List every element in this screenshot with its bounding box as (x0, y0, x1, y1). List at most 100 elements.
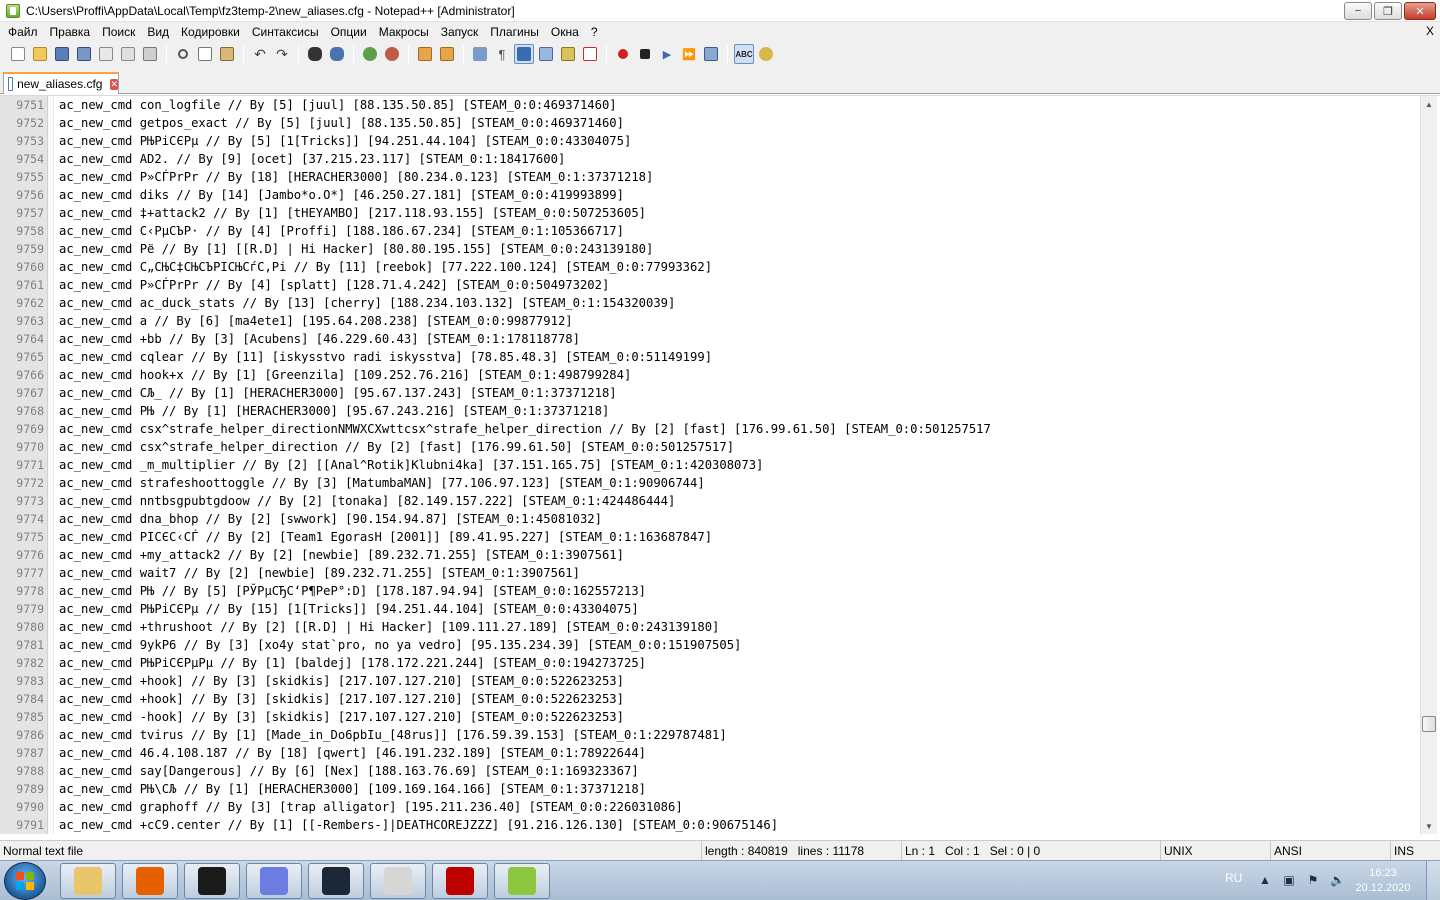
close-document-x[interactable]: X (1426, 24, 1434, 38)
macro-save-button[interactable] (701, 44, 721, 64)
code-line[interactable]: 9773 ac_new_cmd nntbsgpubtgdoow // By [2]… (0, 492, 1420, 510)
code-line[interactable]: 9754 ac_new_cmd AD2. // By [9] [ocet] [37… (0, 150, 1420, 168)
minimize-button[interactable]: − (1344, 2, 1372, 20)
code-line[interactable]: 9753 ac_new_cmd PЊPiCЄPµ // By [5] [1[Tri… (0, 132, 1420, 150)
macro-play-button[interactable]: ▶ (657, 44, 677, 64)
close-button[interactable]: ✕ (1404, 2, 1436, 20)
replace-button[interactable] (327, 44, 347, 64)
code-line[interactable]: 9760 ac_new_cmd C„CЊC‡CЊCЪPICЊCѓC‚Pi // B… (0, 258, 1420, 276)
find-button[interactable] (305, 44, 325, 64)
code-line[interactable]: 9772 ac_new_cmd strafeshoottoggle // By [… (0, 474, 1420, 492)
code-line[interactable]: 9779 ac_new_cmd PЊPiCЄPµ // By [15] [1[Tr… (0, 600, 1420, 618)
menu-plugins[interactable]: Плагины (484, 25, 545, 39)
taskbar-app-button[interactable] (432, 863, 488, 899)
code-line[interactable]: 9787 ac_new_cmd 46.4.108.187 // By [18] [… (0, 744, 1420, 762)
code-line[interactable]: 9761 ac_new_cmd P»CЃPrPr // By [4] [splat… (0, 276, 1420, 294)
status-eol[interactable]: UNIX (1160, 841, 1270, 861)
copy-button[interactable] (195, 44, 215, 64)
taskbar-app-button[interactable] (494, 863, 550, 899)
code-line[interactable]: 9762 ac_new_cmd ac_duck_stats // By [13] … (0, 294, 1420, 312)
code-line[interactable]: 9764 ac_new_cmd +bb // By [3] [Acubens] [… (0, 330, 1420, 348)
code-line[interactable]: 9756 ac_new_cmd diks // By [14] [Jambo*o.… (0, 186, 1420, 204)
code-line[interactable]: 9775 ac_new_cmd PICЄC‹CЃ // By [2] [Team1… (0, 528, 1420, 546)
code-line[interactable]: 9766 ac_new_cmd hook+x // By [1] [Greenzi… (0, 366, 1420, 384)
code-line[interactable]: 9757 ac_new_cmd ‡+attack2 // By [1] [tHEY… (0, 204, 1420, 222)
menu-search[interactable]: Поиск (96, 25, 141, 39)
indent-guide-button[interactable] (514, 44, 534, 64)
word-wrap-button[interactable] (470, 44, 490, 64)
code-line[interactable]: 9790 ac_new_cmd graphoff // By [3] [trap … (0, 798, 1420, 816)
vertical-scrollbar[interactable]: ▲ ▼ (1420, 96, 1437, 834)
code-line[interactable]: 9783 ac_new_cmd +hook] // By [3] [skidkis… (0, 672, 1420, 690)
code-line[interactable]: 9774 ac_new_cmd dna_bhop // By [2] [swwor… (0, 510, 1420, 528)
show-all-chars-button[interactable]: ¶ (492, 44, 512, 64)
code-line[interactable]: 9769 ac_new_cmd csx^strafe_helper_directi… (0, 420, 1420, 438)
scroll-down-icon[interactable]: ▼ (1421, 818, 1437, 834)
code-line[interactable]: 9782 ac_new_cmd PЊPiCЄPµPµ // By [1] [bal… (0, 654, 1420, 672)
show-desktop-button[interactable] (1426, 861, 1440, 900)
taskbar-app-button[interactable] (246, 863, 302, 899)
scrollbar-thumb[interactable] (1422, 716, 1436, 732)
network-icon[interactable]: ▣ (1282, 873, 1296, 887)
menu-settings[interactable]: Опции (325, 25, 373, 39)
code-line[interactable]: 9771 ac_new_cmd _m_multiplier // By [2] [… (0, 456, 1420, 474)
save-button[interactable] (52, 44, 72, 64)
text-editor[interactable]: 9751 ac_new_cmd con_logfile // By [5] [ju… (0, 95, 1440, 834)
macro-stop-button[interactable] (635, 44, 655, 64)
code-line[interactable]: 9791 ac_new_cmd +cC9.center // By [1] [[-… (0, 816, 1420, 834)
spell-check-button[interactable]: ABC (734, 44, 754, 64)
status-insert-mode[interactable]: INS (1390, 841, 1440, 861)
code-line[interactable]: 9777 ac_new_cmd wait7 // By [2] [newbie] … (0, 564, 1420, 582)
maximize-button[interactable]: ❐ (1374, 2, 1402, 20)
zoom-out-button[interactable] (382, 44, 402, 64)
clock[interactable]: 16:23 20.12.2020 (1352, 866, 1414, 896)
code-line[interactable]: 9785 ac_new_cmd -hook] // By [3] [skidkis… (0, 708, 1420, 726)
zoom-in-button[interactable] (360, 44, 380, 64)
code-line[interactable]: 9763 ac_new_cmd a // By [6] [ma4ete1] [19… (0, 312, 1420, 330)
plugin-button[interactable] (756, 44, 776, 64)
scroll-up-icon[interactable]: ▲ (1421, 96, 1437, 112)
show-hidden-icons-icon[interactable]: ▲ (1258, 873, 1272, 887)
macro-record-button[interactable] (613, 44, 633, 64)
menu-window[interactable]: Окна (545, 25, 585, 39)
code-line[interactable]: 9751 ac_new_cmd con_logfile // By [5] [ju… (0, 96, 1420, 114)
sync-horizontal-button[interactable] (437, 44, 457, 64)
code-line[interactable]: 9780 ac_new_cmd +thrushoot // By [2] [[R.… (0, 618, 1420, 636)
code-line[interactable]: 9768 ac_new_cmd PЊ // By [1] [HERACHER300… (0, 402, 1420, 420)
menu-macro[interactable]: Макросы (373, 25, 435, 39)
doc-map-button[interactable] (558, 44, 578, 64)
taskbar-app-button[interactable] (370, 863, 426, 899)
sync-vertical-button[interactable] (415, 44, 435, 64)
menu-help[interactable]: ? (585, 25, 604, 39)
taskbar-app-button[interactable] (122, 863, 178, 899)
status-encoding[interactable]: ANSI (1270, 841, 1390, 861)
language-indicator[interactable]: RU (1225, 871, 1242, 885)
tab-new-aliases[interactable]: new_aliases.cfg ✕ (3, 72, 119, 94)
menu-run[interactable]: Запуск (435, 25, 485, 39)
start-button[interactable] (4, 862, 46, 900)
taskbar-app-button[interactable] (184, 863, 240, 899)
code-line[interactable]: 9770 ac_new_cmd csx^strafe_helper_directi… (0, 438, 1420, 456)
code-line[interactable]: 9767 ac_new_cmd CЉ_ // By [1] [HERACHER30… (0, 384, 1420, 402)
macro-run-multiple-button[interactable]: ⏩ (679, 44, 699, 64)
cut-button[interactable] (173, 44, 193, 64)
print-button[interactable] (140, 44, 160, 64)
code-line[interactable]: 9759 ac_new_cmd Pё // By [1] [[R.D] | Hi … (0, 240, 1420, 258)
code-line[interactable]: 9765 ac_new_cmd cqlear // By [11] [iskyss… (0, 348, 1420, 366)
save-all-button[interactable] (74, 44, 94, 64)
close-all-button[interactable] (118, 44, 138, 64)
code-line[interactable]: 9784 ac_new_cmd +hook] // By [3] [skidkis… (0, 690, 1420, 708)
code-line[interactable]: 9752 ac_new_cmd getpos_exact // By [5] [j… (0, 114, 1420, 132)
menu-file[interactable]: Файл (2, 25, 44, 39)
code-line[interactable]: 9776 ac_new_cmd +my_attack2 // By [2] [ne… (0, 546, 1420, 564)
code-line[interactable]: 9786 ac_new_cmd tvirus // By [1] [Made_in… (0, 726, 1420, 744)
action-center-flag-icon[interactable]: ⚑ (1306, 873, 1320, 887)
function-list-button[interactable] (580, 44, 600, 64)
volume-icon[interactable]: 🔈 (1330, 873, 1345, 887)
menu-language[interactable]: Синтаксисы (246, 25, 325, 39)
udl-button[interactable] (536, 44, 556, 64)
code-line[interactable]: 9758 ac_new_cmd C‹PµCЪP· // By [4] [Proff… (0, 222, 1420, 240)
menu-view[interactable]: Вид (141, 25, 175, 39)
code-line[interactable]: 9755 ac_new_cmd P»CЃPrPr // By [18] [HERA… (0, 168, 1420, 186)
code-line[interactable]: 9789 ac_new_cmd PЊ\CЉ // By [1] [HERACHER… (0, 780, 1420, 798)
